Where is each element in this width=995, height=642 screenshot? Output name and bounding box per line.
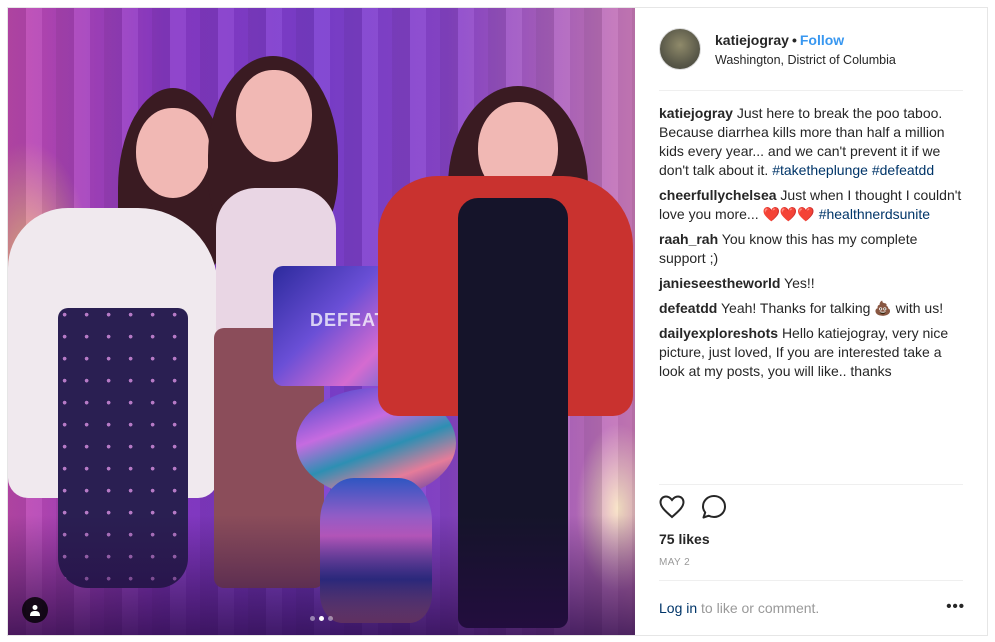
comment-username[interactable]: janieseestheworld [659, 275, 780, 291]
likes-count[interactable]: 75 likes [659, 531, 710, 547]
header-separator: • [791, 32, 797, 48]
carousel-dot[interactable] [328, 616, 333, 621]
post-side-panel: katiejogray • Follow Washington, District … [635, 8, 987, 635]
comment-item: janieseestheworld Yes!! [659, 274, 965, 293]
post-header: katiejogray • Follow Washington, District … [659, 28, 963, 72]
post-photo[interactable]: DEFEATDD [8, 8, 635, 635]
avatar[interactable] [659, 28, 701, 70]
comments-list: katiejogray Just here to break the poo t… [659, 104, 965, 387]
instagram-post: DEFEATDD katiejogray • Follow Washington, … [7, 7, 988, 636]
comment-hashtags[interactable]: #healthnerdsunite [819, 206, 930, 222]
comment-item: dailyexploreshots Hello katiejogray, ver… [659, 324, 965, 381]
follow-button[interactable]: Follow [800, 32, 844, 48]
carousel-indicator [8, 616, 635, 621]
comment-username[interactable]: cheerfullychelsea [659, 187, 777, 203]
header-user-row: katiejogray • Follow [715, 32, 844, 48]
login-link[interactable]: Log in [659, 600, 697, 616]
comment-item: cheerfullychelsea Just when I thought I … [659, 186, 965, 224]
comment-username[interactable]: defeatdd [659, 300, 717, 316]
comments-divider [659, 484, 963, 485]
comment-username[interactable]: dailyexploreshots [659, 325, 778, 341]
comment-hashtags[interactable]: #taketheplunge #defeatdd [772, 162, 934, 178]
comment-item: raah_rah You know this has my complete s… [659, 230, 965, 268]
comment-bubble-icon [702, 494, 726, 518]
post-date[interactable]: MAY 2 [659, 557, 690, 568]
header-divider [659, 90, 963, 91]
comment-item: defeatdd Yeah! Thanks for talking 💩 with… [659, 299, 965, 318]
login-rest-text: to like or comment. [697, 600, 820, 616]
comment-button[interactable] [701, 494, 727, 525]
action-bar [659, 494, 727, 525]
comment-username[interactable]: raah_rah [659, 231, 718, 247]
footer-divider [659, 580, 963, 581]
carousel-dot[interactable] [310, 616, 315, 621]
carousel-dot[interactable] [319, 616, 324, 621]
comment-item: katiejogray Just here to break the poo t… [659, 104, 965, 180]
comment-username[interactable]: katiejogray [659, 105, 733, 121]
person-left-face [136, 108, 210, 198]
header-username[interactable]: katiejogray [715, 32, 789, 48]
person-middle-face [236, 70, 312, 162]
login-prompt: Log in to like or comment. [659, 600, 819, 616]
person-tag-icon [30, 605, 40, 616]
comment-text: Yes!! [784, 275, 815, 291]
like-button[interactable] [659, 494, 685, 524]
location-link[interactable]: Washington, District of Columbia [715, 53, 896, 67]
comment-text: Yeah! Thanks for talking 💩 with us! [720, 300, 944, 316]
heart-icon [659, 494, 685, 518]
more-options-button[interactable]: ••• [946, 599, 965, 614]
